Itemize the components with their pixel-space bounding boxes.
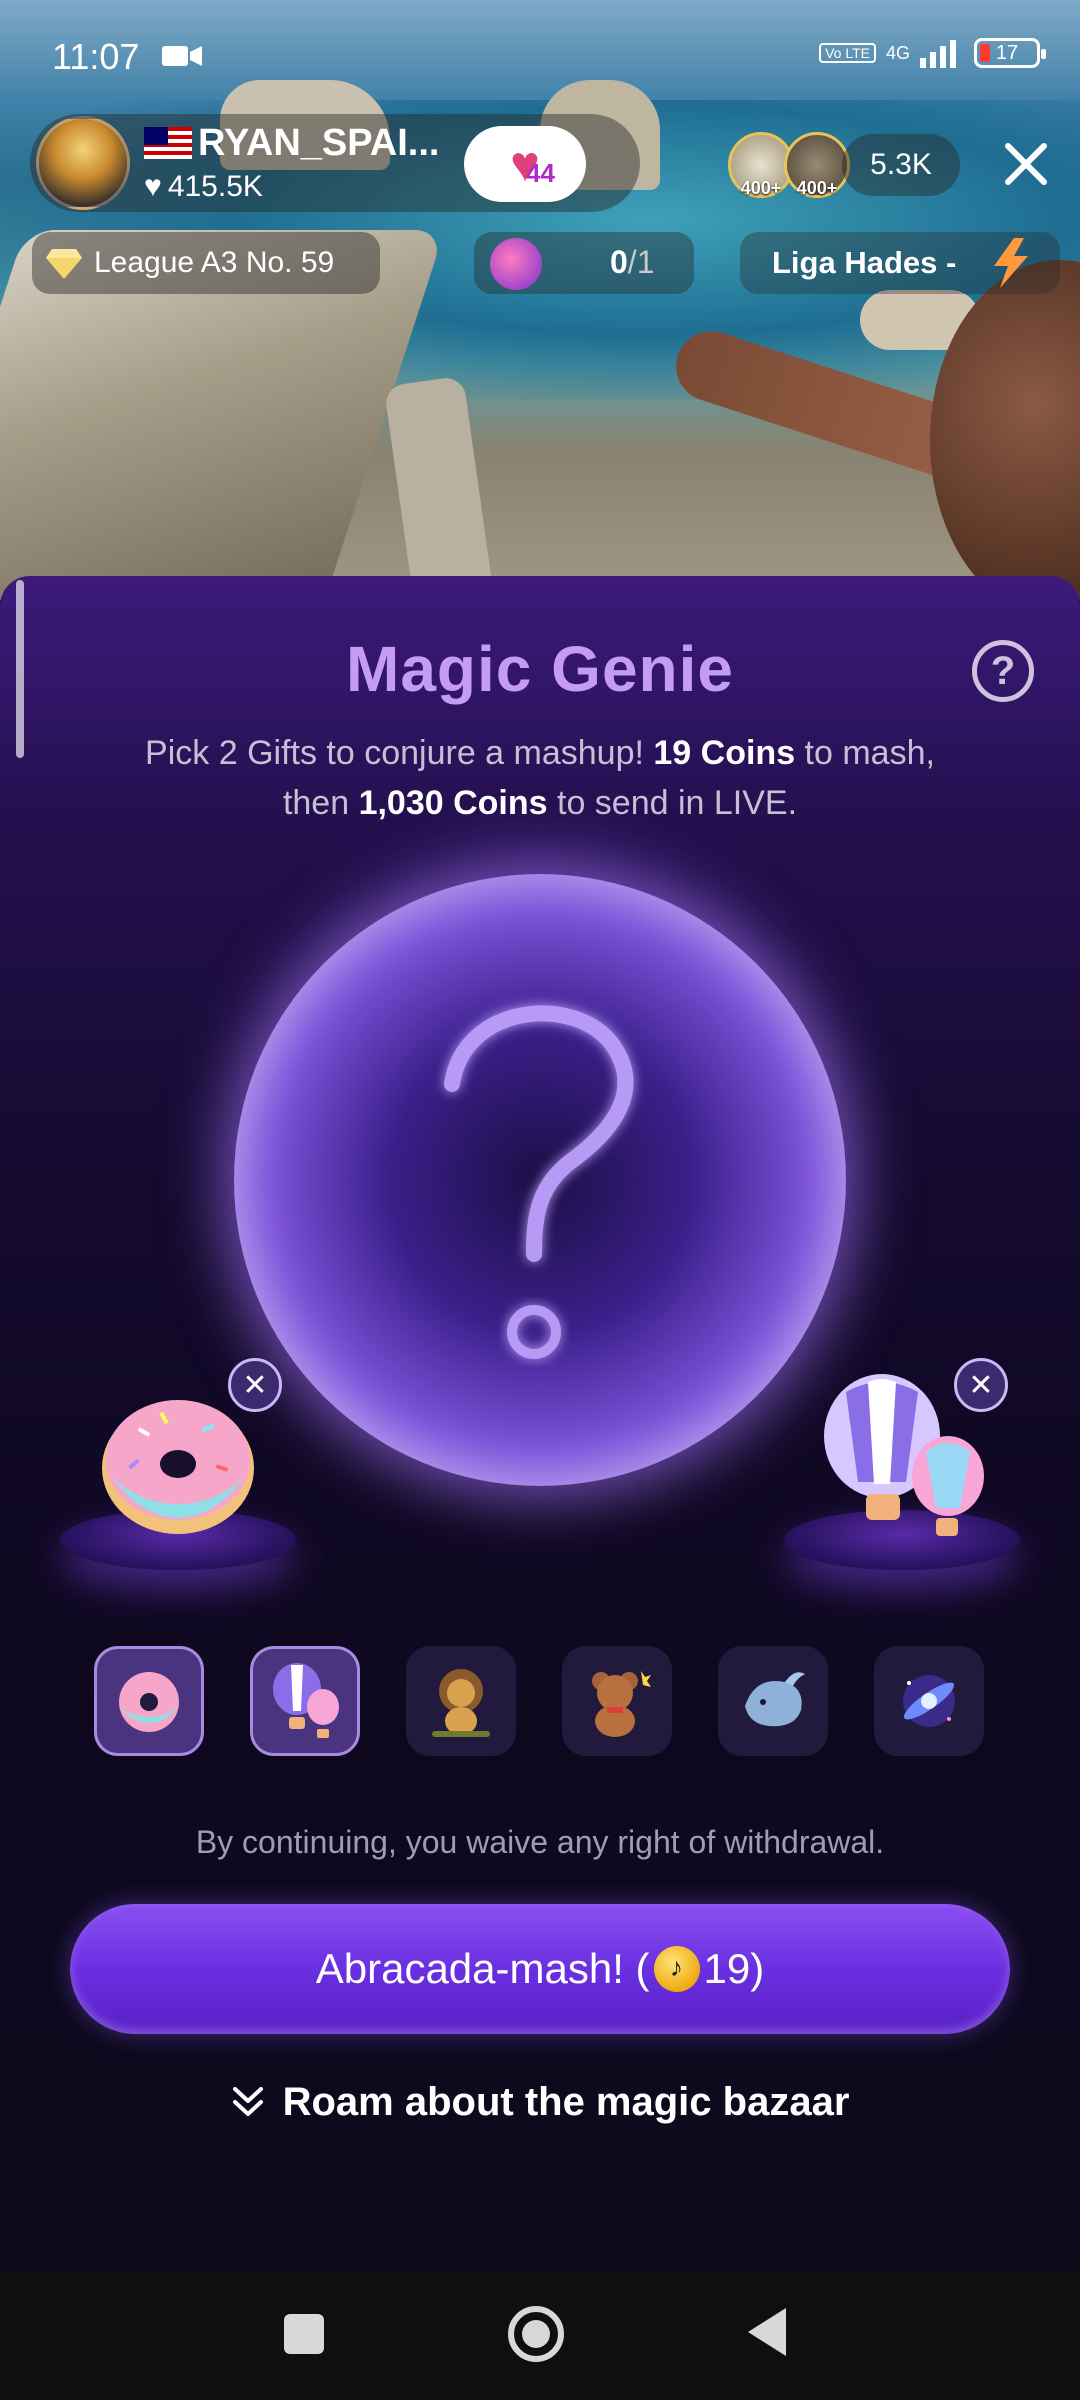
help-glyph: ? (990, 648, 1016, 693)
galaxy-icon (903, 1675, 955, 1727)
mash-button-label-end: ) (750, 1945, 765, 1992)
malaysia-flag-icon (144, 127, 192, 159)
league-label: League A3 No. 59 (94, 246, 335, 279)
gift-option-donut[interactable] (94, 1646, 204, 1756)
viewer-count[interactable]: 5.3K (842, 134, 960, 196)
hot-air-balloon-icon (273, 1663, 339, 1738)
lion-icon (432, 1669, 490, 1737)
fan-club-badge[interactable]: ♥ 44 (464, 126, 586, 202)
remove-left-gift-button[interactable]: ✕ (228, 1358, 282, 1412)
gift-option-teddy-bear[interactable] (562, 1646, 672, 1756)
gift-option-hot-air-balloon[interactable] (250, 1646, 360, 1756)
diamond-icon (46, 249, 82, 279)
gift-option-whale[interactable] (718, 1646, 828, 1756)
host-name[interactable]: RYAN_SPAI... (144, 122, 439, 165)
donut-icon (119, 1672, 179, 1732)
desc-text: Pick 2 Gifts to conjure a mashup! (145, 734, 654, 772)
gift-option-galaxy[interactable] (874, 1646, 984, 1756)
roam-bazaar-label: Roam about the magic bazaar (282, 2080, 850, 2124)
help-icon[interactable]: ? (972, 640, 1034, 702)
back-button[interactable] (748, 2308, 786, 2356)
gift-picker-row (94, 1646, 986, 1756)
clock: 11:07 (52, 36, 140, 77)
sheet-description: Pick 2 Gifts to conjure a mashup! 19 Coi… (60, 728, 1020, 828)
mash-button-label: Abracada-mash! ( (315, 1945, 650, 1992)
desc-text: to send in LIVE. (547, 784, 798, 822)
mission-progress: 0/1 (610, 244, 654, 281)
desc-text: then (282, 784, 359, 822)
battery-level (980, 44, 990, 62)
network-type: 4G (885, 42, 910, 63)
teddy-bear-icon (592, 1671, 651, 1737)
remove-right-gift-button[interactable]: ✕ (954, 1358, 1008, 1412)
battery-icon: 17 (974, 38, 1046, 68)
mission-progress-value: 0 (610, 244, 628, 280)
withdrawal-waiver-text: By continuing, you waive any right of wi… (195, 1824, 885, 1860)
question-mark-icon (444, 1005, 634, 1359)
coin-icon (653, 1946, 700, 1992)
donut-icon (102, 1400, 254, 1534)
mission-total: /1 (627, 244, 655, 280)
status-bar: 11:07 Vo LTE 4G 17 (0, 0, 1080, 110)
network-indicators: Vo LTE 4G 17 (819, 38, 1046, 68)
signal-bars-icon (920, 40, 956, 68)
viewer-badge: 400+ (740, 178, 782, 198)
rock-strip (383, 375, 497, 600)
host-likes-count: 415.5K (167, 170, 263, 203)
gift-option-lion[interactable] (406, 1646, 516, 1756)
dolphin-gift-icon (490, 238, 542, 290)
league-name-text: Liga Hades - (772, 245, 957, 280)
viewer-avatar[interactable]: 400+ (784, 132, 850, 198)
recent-apps-button[interactable] (284, 2314, 324, 2354)
fan-level: 44 (526, 158, 555, 188)
video-camera-icon (162, 46, 202, 66)
heart-icon: ♥ (144, 170, 162, 203)
volte-icon: Vo LTE (819, 43, 876, 63)
mash-button-cost: 19 (703, 1945, 751, 1992)
send-cost-text: 1,030 Coins (358, 784, 548, 822)
abracada-mash-button[interactable]: Abracada-mash! ( 19) (70, 1904, 1010, 2034)
sheet-title: Magic Genie (346, 633, 734, 705)
host-name-text: RYAN_SPAI... (198, 122, 440, 164)
home-button[interactable] (508, 2306, 564, 2362)
desc-text: to mash, (795, 734, 935, 772)
battery-percent: 17 (995, 41, 1019, 64)
mash-cost-text: 19 Coins (653, 734, 796, 772)
viewer-badge: 400+ (796, 178, 838, 198)
host-likes: ♥ 415.5K (144, 170, 263, 204)
host-avatar[interactable] (36, 116, 130, 210)
flame-icon (994, 238, 1028, 288)
league-rank-pill[interactable]: League A3 No. 59 (32, 232, 380, 294)
close-icon[interactable] (998, 136, 1054, 192)
double-chevron-down-icon (232, 2087, 263, 2116)
whale-icon (745, 1672, 805, 1727)
roam-bazaar-link[interactable]: Roam about the magic bazaar (0, 2080, 1080, 2125)
